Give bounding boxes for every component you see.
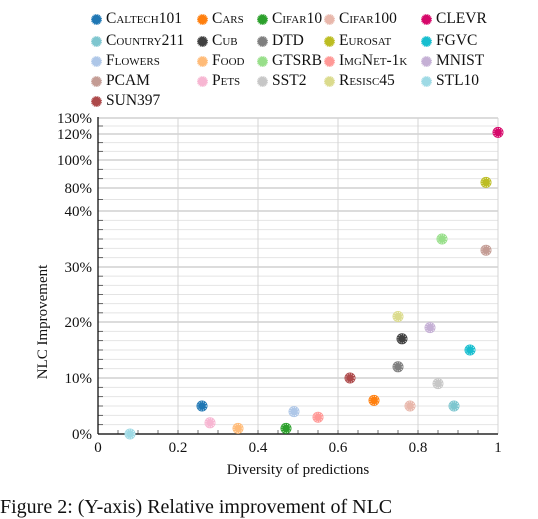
data-point-resisc45 <box>392 311 404 322</box>
data-point-country211 <box>448 400 460 412</box>
x-axis-label: Diversity of predictions <box>227 462 370 478</box>
data-point-fgvc <box>464 344 476 356</box>
data-point-food <box>232 422 244 434</box>
y-tick-label: 80% <box>65 181 93 197</box>
data-point-imgnet-1k <box>312 411 324 423</box>
data-point-sst2 <box>432 378 444 390</box>
data-point-cars <box>368 394 380 406</box>
data-point-gtsrb <box>436 233 448 245</box>
data-point-sun397 <box>344 372 356 384</box>
data-point-dtd <box>392 361 404 373</box>
y-axis-label: NLC Improvement <box>35 264 51 379</box>
x-tick-label: 0.4 <box>249 440 268 456</box>
y-tick-label: 100% <box>57 153 92 169</box>
data-point-pcam <box>480 244 492 256</box>
data-point-cifar10 <box>280 422 292 434</box>
x-tick-label: 0 <box>94 440 102 456</box>
data-point-caltech101 <box>196 400 208 412</box>
data-point-eurosat <box>480 176 492 188</box>
y-tick-label: 30% <box>65 260 93 276</box>
y-tick-label: 130% <box>57 111 92 127</box>
x-tick-label: 0.6 <box>329 440 348 456</box>
tick-labels: 0% 10% 20% 30% 40% 80% 100% 120%130% 0 0.2 0.4 0.6 0… <box>57 111 502 456</box>
y-tick-label: 0% <box>72 427 92 443</box>
y-tick-label: 120% <box>57 127 92 143</box>
data-point-cifar100 <box>404 400 416 412</box>
data-point-pets <box>204 417 216 429</box>
data-point-clevr <box>492 126 504 138</box>
data-point-flowers <box>288 406 300 418</box>
data-point-stl10 <box>124 428 136 440</box>
y-tick-label: 20% <box>65 315 93 331</box>
data-points <box>124 126 504 440</box>
data-point-cub <box>396 333 408 345</box>
figure-caption: Figure 2: (Y-axis) Relative improvement … <box>0 496 393 518</box>
scatter-plot: 0% 10% 20% 30% 40% 80% 100% 120%130% 0 0.2 0.4 0.6 0… <box>35 111 504 478</box>
x-tick-label: 0.8 <box>409 440 428 456</box>
x-tick-label: 0.2 <box>169 440 188 456</box>
data-point-mnist <box>424 322 436 334</box>
y-tick-label: 40% <box>65 204 93 220</box>
y-tick-label: 10% <box>65 371 93 387</box>
x-tick-label: 1 <box>494 440 502 456</box>
